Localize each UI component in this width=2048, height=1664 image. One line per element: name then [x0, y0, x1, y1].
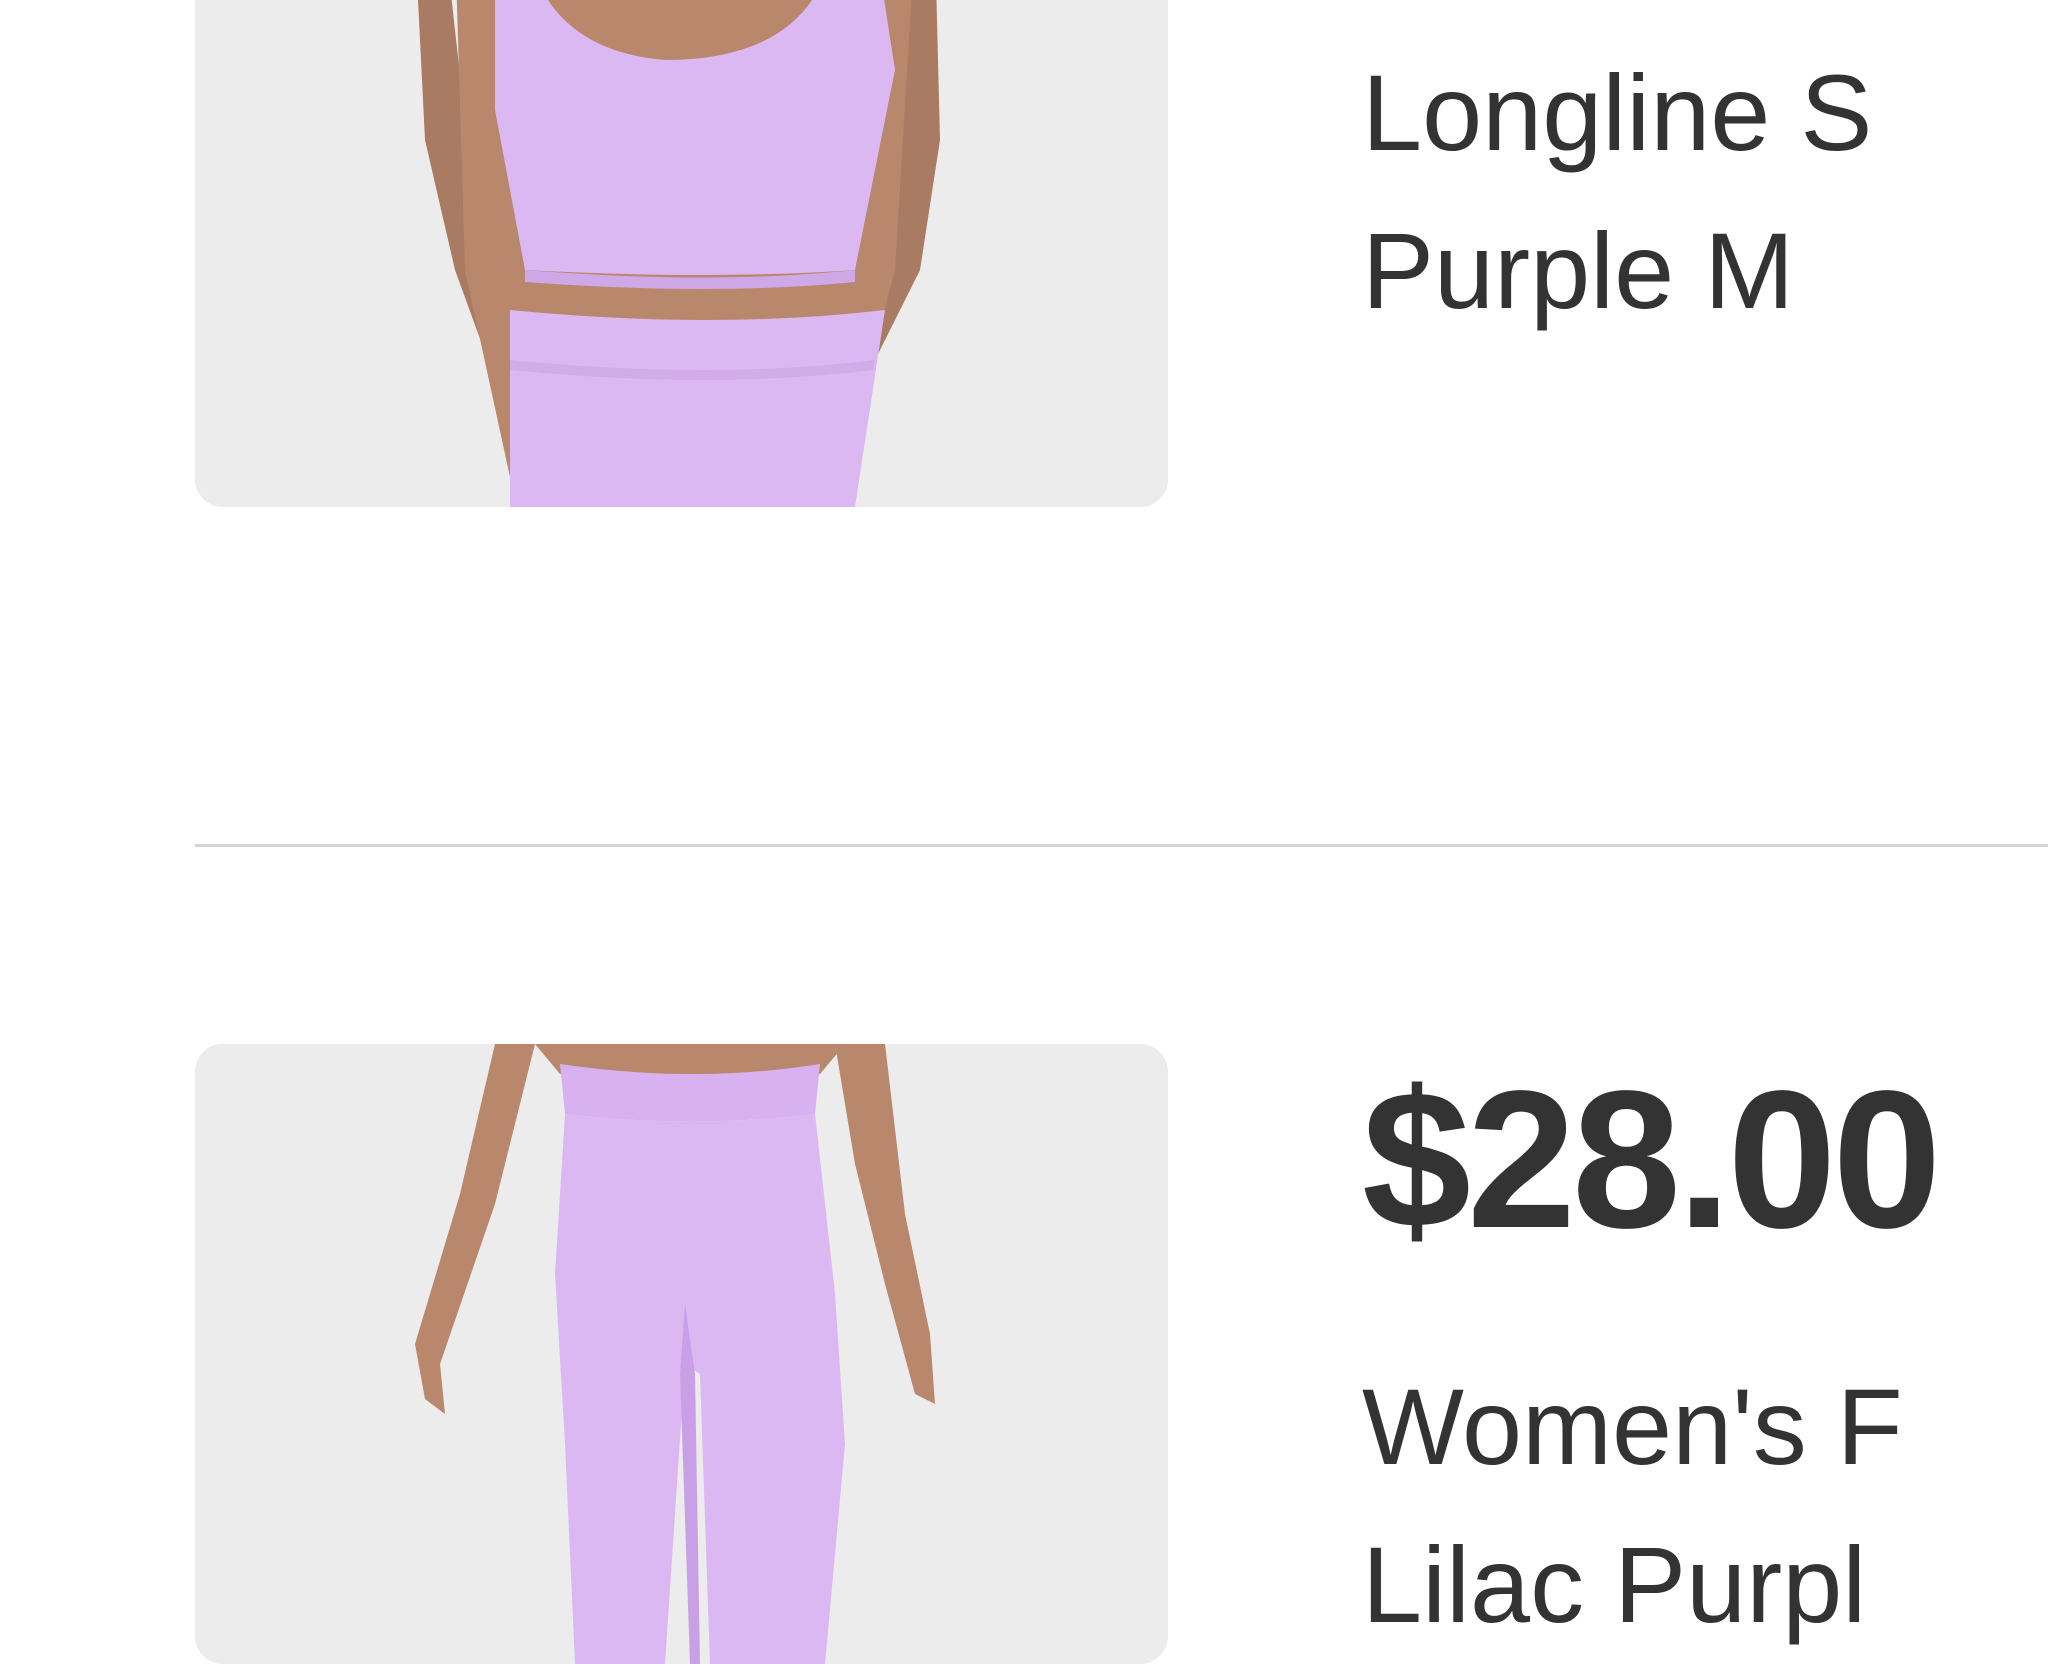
product-details: $28.00 Women's F Lilac Purpl: [1362, 1040, 2048, 1664]
divider: [195, 844, 2048, 847]
product-details: Longline S Purple M: [1362, 34, 2048, 350]
product-price: $28.00: [1362, 1050, 1941, 1269]
product-title[interactable]: Longline S Purple M: [1362, 34, 2048, 350]
product-photo: [195, 0, 1168, 507]
product-photo: [195, 1044, 1168, 1664]
product-title[interactable]: Women's F Lilac Purpl: [1362, 1348, 2048, 1664]
product-title-line: Longline S: [1362, 52, 1873, 173]
product-image[interactable]: [195, 1044, 1168, 1664]
product-title-line: Purple M: [1362, 210, 1795, 331]
product-image[interactable]: [195, 0, 1168, 507]
product-title-line: Lilac Purpl: [1362, 1524, 1867, 1645]
product-title-line: Women's F: [1362, 1366, 1903, 1487]
